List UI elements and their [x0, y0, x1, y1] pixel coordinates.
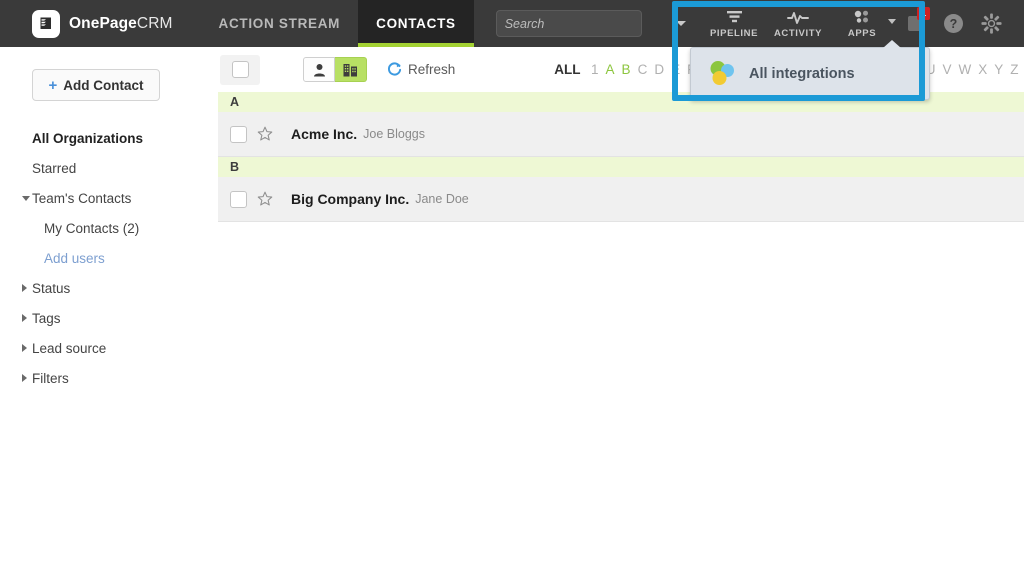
apps-dropdown-menu[interactable]: All integrations	[690, 47, 930, 100]
row-organization-name[interactable]: Big Company Inc.	[291, 191, 409, 207]
sidebar-item-label: Filters	[32, 371, 69, 386]
table-row[interactable]: Acme Inc. Joe Bloggs	[218, 112, 1024, 157]
search-dropdown-toggle[interactable]	[676, 21, 686, 26]
sidebar: + Add Contact All Organizations Starred …	[0, 47, 218, 561]
view-toggle-group	[303, 57, 367, 82]
star-icon[interactable]	[257, 126, 273, 142]
alphabet-letter-w[interactable]: W	[955, 62, 975, 77]
help-button[interactable]: ?	[934, 0, 972, 47]
chevron-right-icon	[22, 344, 27, 352]
chevron-right-icon	[22, 314, 27, 322]
brand-name-bold: OnePage	[69, 15, 137, 32]
row-person-name: Jane Doe	[415, 192, 469, 206]
group-header-b: B	[218, 157, 1024, 177]
apps-cluster-icon	[853, 9, 872, 26]
integrations-circles-icon	[707, 60, 737, 87]
chevron-right-icon	[22, 374, 27, 382]
sidebar-item-tags[interactable]: Tags	[0, 303, 218, 333]
alphabet-letter-x[interactable]: X	[975, 62, 991, 77]
row-checkbox-icon[interactable]	[230, 126, 247, 143]
sidebar-item-my-contacts[interactable]: My Contacts (2)	[0, 213, 218, 243]
star-icon[interactable]	[257, 191, 273, 207]
apps-chevron-down-icon[interactable]	[888, 19, 896, 24]
building-icon	[343, 63, 358, 77]
alphabet-letter-b[interactable]: B	[618, 62, 634, 77]
row-person-name: Joe Bloggs	[363, 127, 425, 141]
alphabet-letter-c[interactable]: C	[634, 62, 651, 77]
alphabet-letter-d[interactable]: D	[651, 62, 668, 77]
main-content: Refresh ALL 1ABCDEFGHIJKLMNOPQRSTUVWXYZ …	[218, 47, 1024, 561]
onepagecrm-contacts-page: OnePageCRM ACTION STREAM CONTACTS	[0, 0, 1024, 561]
contacts-list: AAcme Inc.Joe BloggsBBig Company Inc.Jan…	[218, 92, 1024, 222]
view-toggle-people[interactable]	[303, 57, 335, 82]
help-question-icon: ?	[943, 13, 964, 34]
chevron-down-icon	[22, 196, 30, 201]
refresh-label: Refresh	[408, 62, 455, 77]
row-checkbox-icon[interactable]	[230, 191, 247, 208]
sidebar-item-label: Status	[32, 281, 70, 296]
nav-tabs: ACTION STREAM CONTACTS	[201, 0, 474, 47]
alphabet-letter-y[interactable]: Y	[991, 62, 1007, 77]
top-navigation-bar: OnePageCRM ACTION STREAM CONTACTS	[0, 0, 1024, 47]
refresh-button[interactable]: Refresh	[387, 62, 455, 77]
alphabet-letter-1[interactable]: 1	[588, 62, 603, 77]
sidebar-item-add-users[interactable]: Add users	[0, 243, 218, 273]
tab-action-stream[interactable]: ACTION STREAM	[201, 0, 359, 47]
nav-item-pipeline[interactable]: PIPELINE	[702, 0, 766, 47]
alphabet-letter-e[interactable]: E	[668, 62, 684, 77]
nav-item-activity[interactable]: ACTIVITY	[766, 0, 830, 47]
sidebar-item-lead-source[interactable]: Lead source	[0, 333, 218, 363]
alphabet-letter-z[interactable]: Z	[1007, 62, 1022, 77]
brand-logo-area[interactable]: OnePageCRM	[0, 0, 173, 47]
search-box[interactable]	[496, 10, 642, 37]
chevron-right-icon	[22, 284, 27, 292]
nav-label-activity: ACTIVITY	[774, 28, 822, 39]
gear-icon	[981, 13, 1002, 34]
alphabet-filter-all[interactable]: ALL	[554, 62, 580, 77]
sidebar-item-label: Add users	[44, 251, 105, 266]
alphabet-letter-v[interactable]: V	[939, 62, 955, 77]
sidebar-item-filters[interactable]: Filters	[0, 363, 218, 393]
view-toggle-organizations[interactable]	[335, 57, 367, 82]
refresh-icon	[387, 62, 402, 77]
sidebar-item-label: My Contacts (2)	[44, 221, 139, 236]
table-row[interactable]: Big Company Inc. Jane Doe	[218, 177, 1024, 222]
apps-dropdown-item-all-integrations[interactable]: All integrations	[749, 66, 855, 82]
chevron-down-icon	[676, 21, 686, 26]
book-logo-icon	[32, 10, 60, 38]
brand-name: OnePageCRM	[69, 15, 173, 33]
sidebar-item-label: Lead source	[32, 341, 106, 356]
notifications-button[interactable]: 1	[896, 0, 934, 47]
nav-right-icons: PIPELINE ACTIVITY	[702, 0, 1024, 47]
funnel-icon	[726, 9, 743, 26]
sidebar-item-status[interactable]: Status	[0, 273, 218, 303]
add-contact-button[interactable]: + Add Contact	[32, 69, 160, 101]
tab-contacts[interactable]: CONTACTS	[358, 0, 474, 47]
plus-icon: +	[48, 78, 57, 93]
sidebar-item-list: All Organizations Starred Team's Contact…	[0, 123, 218, 393]
brand-name-light: CRM	[137, 15, 173, 32]
sidebar-item-label: Tags	[32, 311, 61, 326]
sidebar-item-label: All Organizations	[32, 131, 143, 146]
row-organization-name[interactable]: Acme Inc.	[291, 126, 357, 142]
sidebar-item-starred[interactable]: Starred	[0, 153, 218, 183]
nav-label-apps: APPS	[848, 28, 876, 39]
checkbox-icon	[232, 61, 249, 78]
select-all-checkbox[interactable]	[220, 55, 260, 85]
person-icon	[313, 63, 326, 77]
svg-text:?: ?	[949, 17, 957, 31]
settings-button[interactable]	[972, 0, 1010, 47]
notification-badge: 1	[917, 7, 930, 20]
activity-pulse-icon	[787, 9, 809, 26]
sidebar-item-all-organizations[interactable]: All Organizations	[0, 123, 218, 153]
search-input[interactable]	[497, 17, 676, 31]
alphabet-letter-a[interactable]: A	[602, 62, 618, 77]
sidebar-item-label: Starred	[32, 161, 76, 176]
nav-label-pipeline: PIPELINE	[710, 28, 758, 39]
sidebar-item-teams-contacts[interactable]: Team's Contacts	[0, 183, 218, 213]
add-contact-label: Add Contact	[63, 78, 143, 93]
sidebar-item-label: Team's Contacts	[32, 191, 131, 206]
